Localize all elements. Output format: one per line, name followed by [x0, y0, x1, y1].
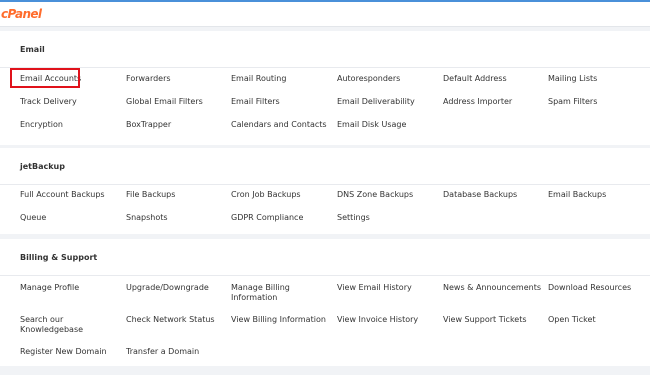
link-autoresponders[interactable]: Autoresponders [337, 74, 400, 84]
top-bar: cPanel [0, 0, 650, 27]
section-title-email: Email [0, 31, 650, 68]
link-email-deliverability[interactable]: Email Deliverability [337, 97, 415, 107]
link-view-invoice-history[interactable]: View Invoice History [337, 315, 418, 325]
link-upgrade-downgrade[interactable]: Upgrade/Downgrade [126, 283, 209, 293]
link-open-ticket[interactable]: Open Ticket [548, 315, 596, 325]
link-spam-filters[interactable]: Spam Filters [548, 97, 597, 107]
link-mailing-lists[interactable]: Mailing Lists [548, 74, 597, 84]
link-boxtrapper[interactable]: BoxTrapper [126, 120, 171, 130]
link-queue[interactable]: Queue [20, 213, 46, 223]
section-title-jetbackup: jetBackup [0, 148, 650, 185]
link-settings[interactable]: Settings [337, 213, 370, 223]
link-email-filters[interactable]: Email Filters [231, 97, 280, 107]
link-dns-zone-backups[interactable]: DNS Zone Backups [337, 190, 413, 200]
link-search-knowledgebase[interactable]: Search our Knowledgebase [20, 315, 90, 335]
link-download-resources[interactable]: Download Resources [548, 283, 631, 293]
link-gdpr-compliance[interactable]: GDPR Compliance [231, 213, 303, 223]
link-cron-job-backups[interactable]: Cron Job Backups [231, 190, 301, 200]
cpanel-logo[interactable]: cPanel [1, 7, 42, 21]
link-calendars-contacts[interactable]: Calendars and Contacts [231, 120, 327, 130]
link-view-support-tickets[interactable]: View Support Tickets [443, 315, 527, 325]
link-manage-profile[interactable]: Manage Profile [20, 283, 79, 293]
link-register-new-domain[interactable]: Register New Domain [20, 347, 107, 357]
link-email-routing[interactable]: Email Routing [231, 74, 286, 84]
email-accounts-highlight [10, 68, 80, 88]
link-snapshots[interactable]: Snapshots [126, 213, 168, 223]
link-encryption[interactable]: Encryption [20, 120, 63, 130]
link-email-disk-usage[interactable]: Email Disk Usage [337, 120, 406, 130]
link-global-email-filters[interactable]: Global Email Filters [126, 97, 203, 107]
link-address-importer[interactable]: Address Importer [443, 97, 512, 107]
link-view-email-history[interactable]: View Email History [337, 283, 412, 293]
link-manage-billing-information[interactable]: Manage Billing Information [231, 283, 301, 303]
link-database-backups[interactable]: Database Backups [443, 190, 517, 200]
link-default-address[interactable]: Default Address [443, 74, 507, 84]
link-transfer-domain[interactable]: Transfer a Domain [126, 347, 199, 357]
link-forwarders[interactable]: Forwarders [126, 74, 171, 84]
link-full-account-backups[interactable]: Full Account Backups [20, 190, 105, 200]
link-news-announcements[interactable]: News & Announcements [443, 283, 541, 293]
section-title-billing-support: Billing & Support [0, 239, 650, 276]
link-file-backups[interactable]: File Backups [126, 190, 175, 200]
link-email-backups[interactable]: Email Backups [548, 190, 606, 200]
link-track-delivery[interactable]: Track Delivery [20, 97, 77, 107]
link-check-network-status[interactable]: Check Network Status [126, 315, 215, 325]
link-view-billing-information[interactable]: View Billing Information [231, 315, 326, 325]
